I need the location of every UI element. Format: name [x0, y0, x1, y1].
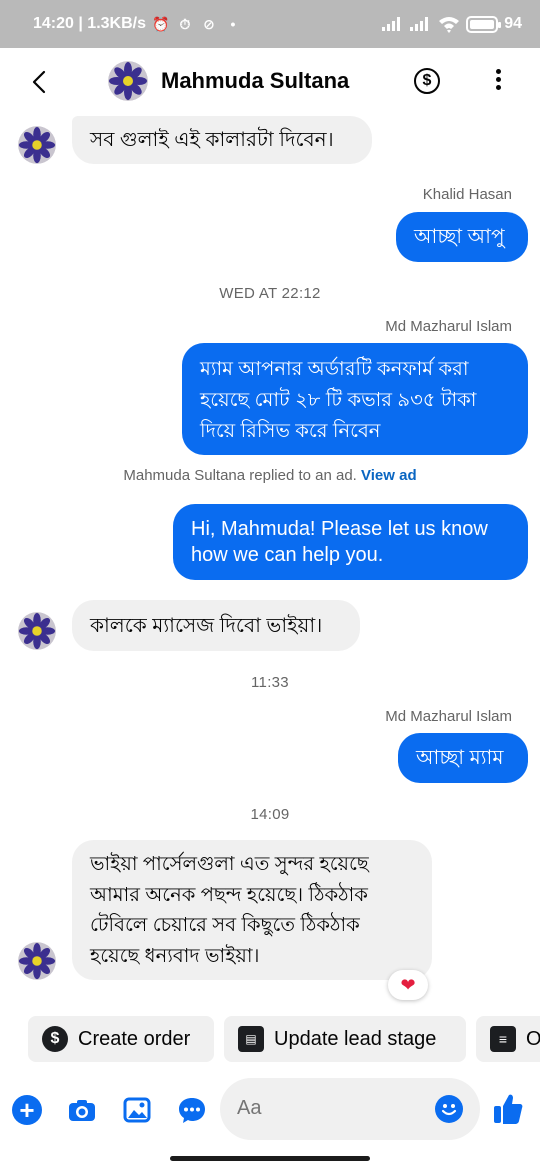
do-not-disturb-icon: ⊘ — [203, 16, 215, 32]
home-indicator — [170, 1156, 370, 1161]
chip-label: Create order — [78, 1027, 191, 1050]
message-bubble-outgoing[interactable]: আচ্ছা ম্যাম — [398, 733, 528, 783]
message-line: হয়েছে মোট ২৮ টি কভার ৯৩৫ টাকা — [200, 389, 477, 411]
message-line: আমার অনেক পছন্দ হয়েছে। ঠিকঠাক — [90, 883, 368, 906]
status-bar: 14:20 | 1.3KB/s ⏰ ⏱ ⊘ • 94 — [0, 0, 540, 48]
sender-name: Md Mazharul Islam — [385, 708, 512, 725]
sender-name: Md Mazharul Islam — [385, 318, 512, 335]
ad-reply-note: Mahmuda Sultana replied to an ad. View a… — [0, 467, 540, 484]
message-text: সব গুলাই এই কালারটা দিবেন। — [90, 129, 334, 151]
message-bubble-incoming[interactable]: কালকে ম্যাসেজ দিবো ভাইয়া। — [72, 600, 360, 651]
message-composer: + — [0, 1078, 540, 1142]
dollar-icon: $ — [422, 72, 432, 89]
message-line: ম্যাম আপনার অর্ডারটি কনফার্ম করা — [200, 358, 469, 380]
create-order-chip[interactable]: $ Create order — [28, 1016, 214, 1062]
message-bubble-outgoing[interactable]: আচ্ছা আপু — [396, 212, 528, 262]
battery-level: 94 — [504, 15, 522, 32]
camera-icon — [69, 1100, 95, 1121]
camera-button[interactable] — [67, 1095, 97, 1125]
message-input[interactable] — [237, 1097, 417, 1120]
flower-avatar-icon — [18, 126, 56, 164]
back-icon — [32, 70, 46, 94]
timestamp-separator: WED AT 22:12 — [219, 285, 321, 302]
sender-name: Khalid Hasan — [422, 186, 512, 203]
flower-avatar-icon — [108, 61, 148, 101]
avatar[interactable] — [18, 612, 56, 650]
message-line: Hi, Mahmuda! Please let us know — [191, 518, 488, 540]
message-line: টেবিলে চেয়ারে সব কিছুতে ঠিকঠাক — [90, 914, 360, 936]
avatar[interactable] — [18, 126, 56, 164]
like-button[interactable] — [492, 1092, 524, 1126]
alarm-off-icon: ⏰ — [152, 16, 170, 32]
timestamp-separator: 11:33 — [251, 674, 289, 691]
heart-icon: ❤ — [400, 975, 416, 995]
chip-label: Update lead stage — [274, 1027, 437, 1050]
like-icon — [494, 1094, 523, 1124]
emoji-icon — [441, 1104, 457, 1116]
dollar-icon: $ — [42, 1026, 68, 1052]
signal-icon — [410, 17, 429, 31]
wifi-icon — [438, 15, 460, 33]
view-ad-link[interactable]: View ad — [361, 467, 417, 484]
message-line: ভাইয়া পার্সেলগুলা এত সুন্দর হয়েছে — [90, 853, 369, 875]
chat-bubble-icon — [179, 1098, 205, 1123]
message-bubble-incoming[interactable]: সব গুলাই এই কালারটা দিবেন। — [72, 116, 372, 164]
message-text: কালকে ম্যাসেজ দিবো ভাইয়া। — [90, 615, 323, 637]
alarm-icon: ⏱ — [179, 16, 191, 32]
message-input-box[interactable] — [220, 1078, 480, 1140]
dot-icon: • — [230, 16, 236, 32]
id-card-icon: ▤ — [238, 1026, 264, 1052]
signal-icon — [382, 17, 401, 31]
gallery-button[interactable] — [122, 1095, 152, 1125]
timestamp-separator: 14:09 — [250, 806, 290, 823]
message-reaction[interactable]: ❤ — [388, 970, 428, 1000]
message-bubble-outgoing[interactable]: Hi, Mahmuda! Please let us know how we c… — [173, 504, 528, 580]
contact-name[interactable]: Mahmuda Sultana — [161, 68, 349, 94]
chat-header: Mahmuda Sultana $ — [0, 48, 540, 116]
avatar[interactable] — [18, 942, 56, 980]
message-bubble-incoming[interactable]: ভাইয়া পার্সেলগুলা এত সুন্দর হয়েছে আমার… — [72, 840, 432, 980]
flower-avatar-icon — [18, 942, 56, 980]
ad-note-text: Mahmuda Sultana replied to an ad. — [123, 467, 357, 484]
status-time: 14:20 | 1.3KB/s — [33, 15, 146, 32]
message-line: দিয়ে রিসিভ করে নিবেন — [200, 420, 381, 442]
more-options-button[interactable] — [488, 66, 508, 96]
message-text: আচ্ছা আপু — [414, 226, 505, 248]
message-bubble-outgoing[interactable]: ম্যাম আপনার অর্ডারটি কনফার্ম করা হয়েছে … — [182, 343, 528, 455]
contact-avatar[interactable] — [108, 61, 148, 101]
payment-button[interactable]: $ — [414, 68, 440, 94]
chat-extras-button[interactable] — [177, 1095, 207, 1125]
chip-label: O — [526, 1027, 540, 1050]
order-chip[interactable]: ≡ O — [476, 1016, 540, 1062]
quick-actions-bar: $ Create order ▤ Update lead stage ≡ O — [0, 1016, 540, 1064]
more-icon — [488, 69, 508, 90]
plus-icon: + — [19, 1095, 35, 1125]
add-button[interactable]: + — [12, 1095, 42, 1125]
update-lead-stage-chip[interactable]: ▤ Update lead stage — [224, 1016, 466, 1062]
message-line: how we can help you. — [191, 544, 384, 566]
battery-icon — [466, 15, 502, 33]
message-line: হয়েছে ধন্যবাদ ভাইয়া। — [90, 944, 260, 967]
message-text: আচ্ছা ম্যাম — [416, 747, 504, 769]
image-icon — [123, 1097, 151, 1123]
flower-avatar-icon — [18, 612, 56, 650]
back-button[interactable] — [26, 68, 54, 96]
document-icon: ≡ — [490, 1026, 516, 1052]
emoji-button[interactable] — [435, 1095, 463, 1123]
